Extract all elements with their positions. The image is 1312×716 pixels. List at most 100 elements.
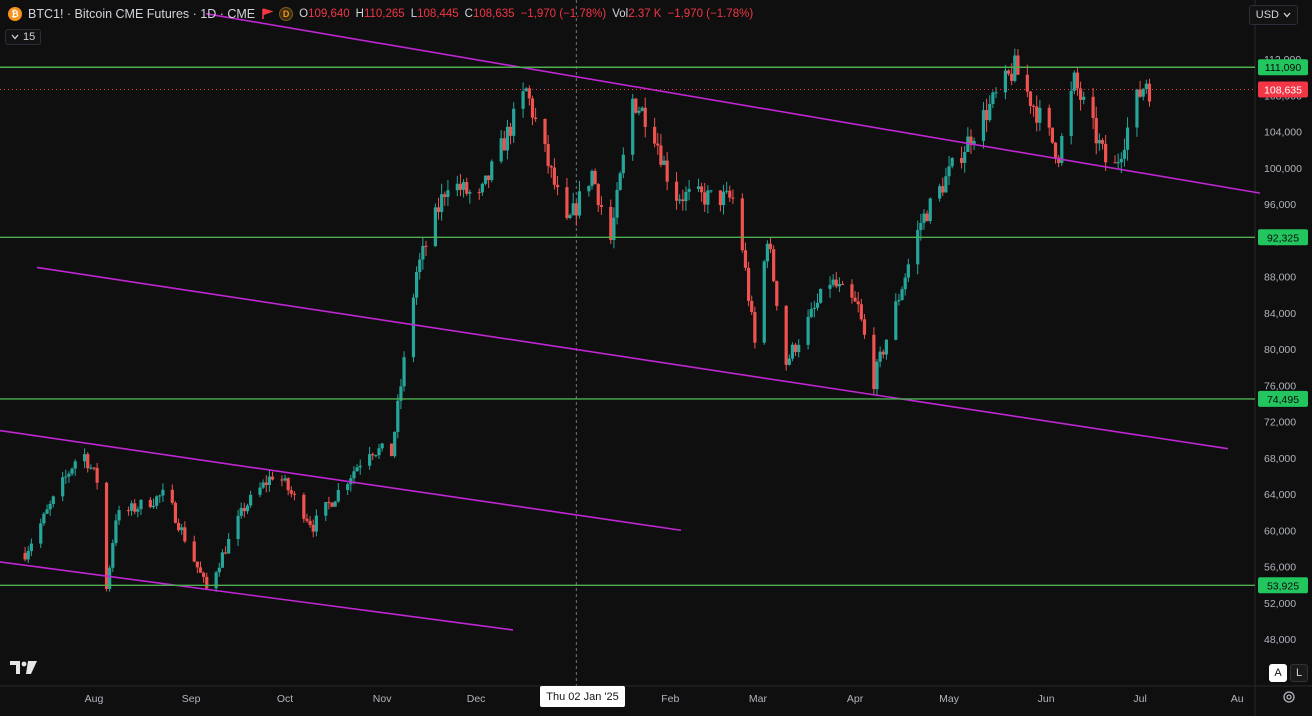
- x-tick-label: Aug: [85, 693, 104, 705]
- y-tick-label: 52,000: [1264, 598, 1296, 610]
- candle-body: [95, 467, 99, 483]
- candle-body: [687, 188, 691, 192]
- candle-body: [590, 170, 594, 186]
- candle-body: [938, 186, 942, 199]
- x-tick-label: May: [939, 693, 960, 705]
- channel-trendline: [36, 266, 1229, 450]
- candle-body: [129, 503, 134, 511]
- candle-body: [662, 160, 666, 165]
- candle-body: [70, 468, 74, 474]
- candle-body: [775, 281, 779, 306]
- candle-body: [477, 192, 481, 194]
- y-tick-label: 80,000: [1264, 344, 1296, 356]
- gear-icon[interactable]: [1282, 690, 1296, 704]
- candle-body: [483, 175, 488, 184]
- close-value: 108,635: [472, 8, 515, 20]
- candle-body: [205, 576, 209, 589]
- candle-body: [1069, 90, 1073, 137]
- candle-body: [458, 183, 463, 190]
- candle-body: [155, 496, 159, 506]
- flag-icon[interactable]: [261, 8, 274, 20]
- auto-scale-button[interactable]: A: [1269, 664, 1287, 682]
- price-chart[interactable]: 112,000108,000104,000100,00096,00092,000…: [0, 0, 1312, 716]
- candle-body: [916, 230, 920, 265]
- candle-body: [681, 199, 685, 202]
- candle-body: [1119, 158, 1123, 163]
- candle-body: [546, 144, 550, 167]
- candle-body: [609, 206, 613, 241]
- candle-body: [148, 499, 152, 508]
- candle-body: [311, 524, 315, 532]
- candle-body: [465, 182, 469, 194]
- candle-body: [446, 190, 450, 197]
- candle-body: [236, 515, 240, 540]
- candle-body: [900, 289, 904, 300]
- candle-body: [819, 288, 823, 303]
- candle-body: [499, 138, 503, 162]
- candle-body: [772, 249, 776, 282]
- candle-body: [634, 98, 638, 113]
- candle-body: [947, 166, 951, 177]
- channel-trendline: [205, 12, 1261, 194]
- candle-body: [1016, 55, 1020, 75]
- candle-body: [111, 543, 115, 568]
- candle-body: [684, 191, 688, 202]
- candle-body: [850, 284, 854, 298]
- candle-body: [73, 461, 77, 469]
- candle-body: [402, 357, 406, 387]
- candle-body: [104, 482, 109, 589]
- tradingview-logo-icon: [10, 661, 37, 674]
- candle-body: [994, 92, 998, 94]
- y-tick-label: 96,000: [1264, 199, 1296, 211]
- candle-body: [552, 167, 557, 185]
- candle-body: [959, 157, 964, 163]
- channel-trendline: [0, 429, 682, 532]
- candle-body: [455, 183, 459, 191]
- currency-button[interactable]: USD: [1248, 5, 1298, 25]
- candle-body: [83, 454, 87, 462]
- candle-body: [1053, 142, 1058, 158]
- candle-body: [922, 213, 926, 223]
- symbol-title[interactable]: BTC1! · Bitcoin CME Futures · 1D · CME: [28, 7, 255, 21]
- candle-body: [919, 222, 923, 231]
- candle-body: [834, 279, 838, 287]
- candle-body: [195, 561, 199, 568]
- open-label: O: [299, 8, 309, 20]
- candle-body: [42, 513, 46, 524]
- candle-body: [396, 400, 400, 432]
- indicator-toggle[interactable]: 15: [5, 29, 42, 45]
- candle-body: [327, 502, 331, 504]
- y-tick-label: 64,000: [1264, 489, 1296, 501]
- x-tick-label: Dec: [467, 693, 486, 705]
- candle-body: [793, 344, 798, 353]
- candle-body: [1147, 83, 1152, 102]
- candle-body: [709, 190, 713, 192]
- candle-body: [264, 482, 268, 486]
- candle-body: [543, 118, 547, 145]
- candle-body: [812, 307, 816, 309]
- y-tick-label: 76,000: [1264, 380, 1296, 392]
- candle-body: [1116, 162, 1120, 164]
- candle-body: [906, 264, 910, 278]
- candle-body: [51, 496, 55, 504]
- candle-body: [1032, 105, 1036, 107]
- x-tick-label: Nov: [373, 693, 392, 705]
- candle-body: [374, 455, 378, 457]
- candle-body: [768, 243, 773, 250]
- candle-body: [621, 154, 625, 174]
- crosshair-date-label: Thu 02 Jan '25: [540, 686, 625, 707]
- candle-body: [1097, 140, 1101, 144]
- candle-body: [286, 478, 290, 491]
- candle-body: [418, 259, 422, 273]
- candle-body: [928, 198, 932, 222]
- log-scale-button[interactable]: L: [1290, 664, 1308, 682]
- candle-body: [1038, 107, 1042, 123]
- symbol-legend: ₿ BTC1! · Bitcoin CME Futures · 1D · CME…: [8, 7, 753, 21]
- candle-body: [436, 207, 441, 212]
- currency-label: USD: [1255, 9, 1279, 21]
- candle-body: [270, 476, 275, 480]
- bitcoin-icon: ₿: [8, 7, 22, 21]
- candle-body: [534, 117, 538, 119]
- chart-window: 112,000108,000104,000100,00096,00092,000…: [0, 0, 1312, 716]
- candle-body: [289, 490, 293, 494]
